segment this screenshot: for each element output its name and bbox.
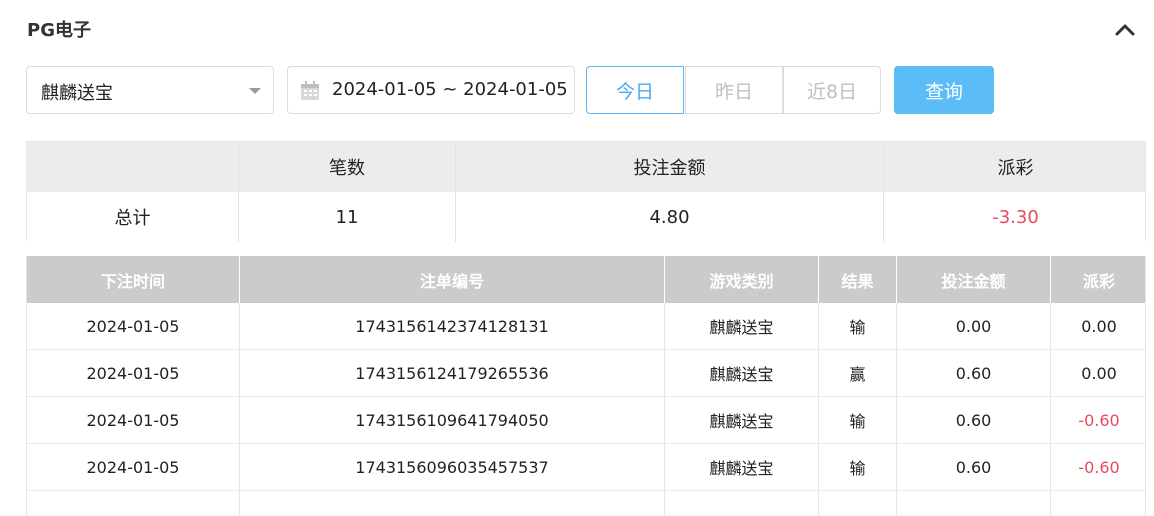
table-row-partial	[27, 491, 1145, 516]
summary-total-label: 总计	[27, 192, 239, 242]
summary-total-row: 总计 11 4.80 -3.30	[27, 192, 1145, 242]
cell-empty	[897, 491, 1051, 516]
game-select-value: 麒麟送宝	[41, 83, 113, 104]
date-range-picker[interactable]: 2024-01-05 ~ 2024-01-05	[287, 66, 575, 114]
summary-header-blank	[27, 142, 239, 192]
cell-payout: 0.00	[1081, 316, 1117, 336]
cell-bet-amount: 0.00	[897, 303, 1051, 349]
date-range-value: 2024-01-05 ~ 2024-01-05	[332, 79, 568, 100]
cell-game-type: 麒麟送宝	[665, 303, 819, 349]
range-today-button[interactable]: 今日	[586, 66, 684, 114]
cell-bet-time: 2024-01-05	[27, 303, 240, 349]
cell-empty	[819, 491, 897, 516]
cell-result: 输	[819, 303, 897, 349]
cell-payout: -0.60	[1078, 410, 1120, 430]
header-order-id: 注单编号	[240, 256, 665, 303]
cell-empty	[27, 491, 240, 516]
cell-result: 输	[819, 444, 897, 490]
header-bet-time: 下注时间	[27, 256, 240, 303]
header-payout: 派彩	[1082, 271, 1115, 291]
cell-order-id: 1743156124179265536	[240, 350, 665, 396]
summary-total-payout: -3.30	[992, 206, 1039, 228]
cell-result: 输	[819, 397, 897, 443]
bet-records-table: 下注时间 注单编号 游戏类别 结果 投注金额 派彩 2024-01-05 174…	[26, 256, 1146, 516]
cell-bet-amount: 0.60	[897, 444, 1051, 490]
calendar-icon	[301, 81, 319, 100]
cell-game-type: 麒麟送宝	[665, 350, 819, 396]
chevron-down-icon	[249, 88, 261, 94]
cell-payout: -0.60	[1078, 457, 1120, 477]
summary-total-bet: 4.80	[456, 192, 884, 242]
summary-header-bet: 投注金额	[456, 142, 884, 192]
cell-payout: 0.00	[1081, 363, 1117, 383]
range-8days-button[interactable]: 近8日	[783, 66, 881, 114]
chevron-up-icon[interactable]	[1114, 21, 1136, 37]
page-title: PG电子	[27, 20, 91, 41]
range-yesterday-button[interactable]: 昨日	[685, 66, 783, 114]
cell-order-id: 1743156142374128131	[240, 303, 665, 349]
summary-header-count: 笔数	[239, 142, 456, 192]
cell-bet-amount: 0.60	[897, 350, 1051, 396]
table-row: 2024-01-05 1743156096035457537 麒麟送宝 输 0.…	[27, 444, 1145, 491]
header-result: 结果	[819, 256, 897, 303]
table-header-row: 下注时间 注单编号 游戏类别 结果 投注金额 派彩	[27, 256, 1145, 303]
cell-order-id: 1743156096035457537	[240, 444, 665, 490]
cell-bet-time: 2024-01-05	[27, 397, 240, 443]
table-row: 2024-01-05 1743156124179265536 麒麟送宝 赢 0.…	[27, 350, 1145, 397]
summary-header-row: 笔数 投注金额 派彩	[27, 142, 1145, 192]
table-row: 2024-01-05 1743156109641794050 麒麟送宝 输 0.…	[27, 397, 1145, 444]
summary-table: 笔数 投注金额 派彩 总计 11 4.80 -3.30	[26, 141, 1146, 242]
cell-bet-amount: 0.60	[897, 397, 1051, 443]
summary-total-count: 11	[239, 192, 456, 242]
summary-header-payout: 派彩	[997, 158, 1034, 179]
header-game-type: 游戏类别	[665, 256, 819, 303]
cell-bet-time: 2024-01-05	[27, 444, 240, 490]
cell-result: 赢	[819, 350, 897, 396]
cell-game-type: 麒麟送宝	[665, 444, 819, 490]
cell-game-type: 麒麟送宝	[665, 397, 819, 443]
cell-bet-time: 2024-01-05	[27, 350, 240, 396]
header-bet-amount: 投注金额	[897, 256, 1051, 303]
cell-order-id: 1743156109641794050	[240, 397, 665, 443]
cell-empty	[665, 491, 819, 516]
cell-empty	[240, 491, 665, 516]
game-select[interactable]: 麒麟送宝	[26, 66, 274, 114]
table-row: 2024-01-05 1743156142374128131 麒麟送宝 输 0.…	[27, 303, 1145, 350]
cell-empty	[1051, 491, 1145, 516]
query-button[interactable]: 查询	[894, 66, 994, 114]
